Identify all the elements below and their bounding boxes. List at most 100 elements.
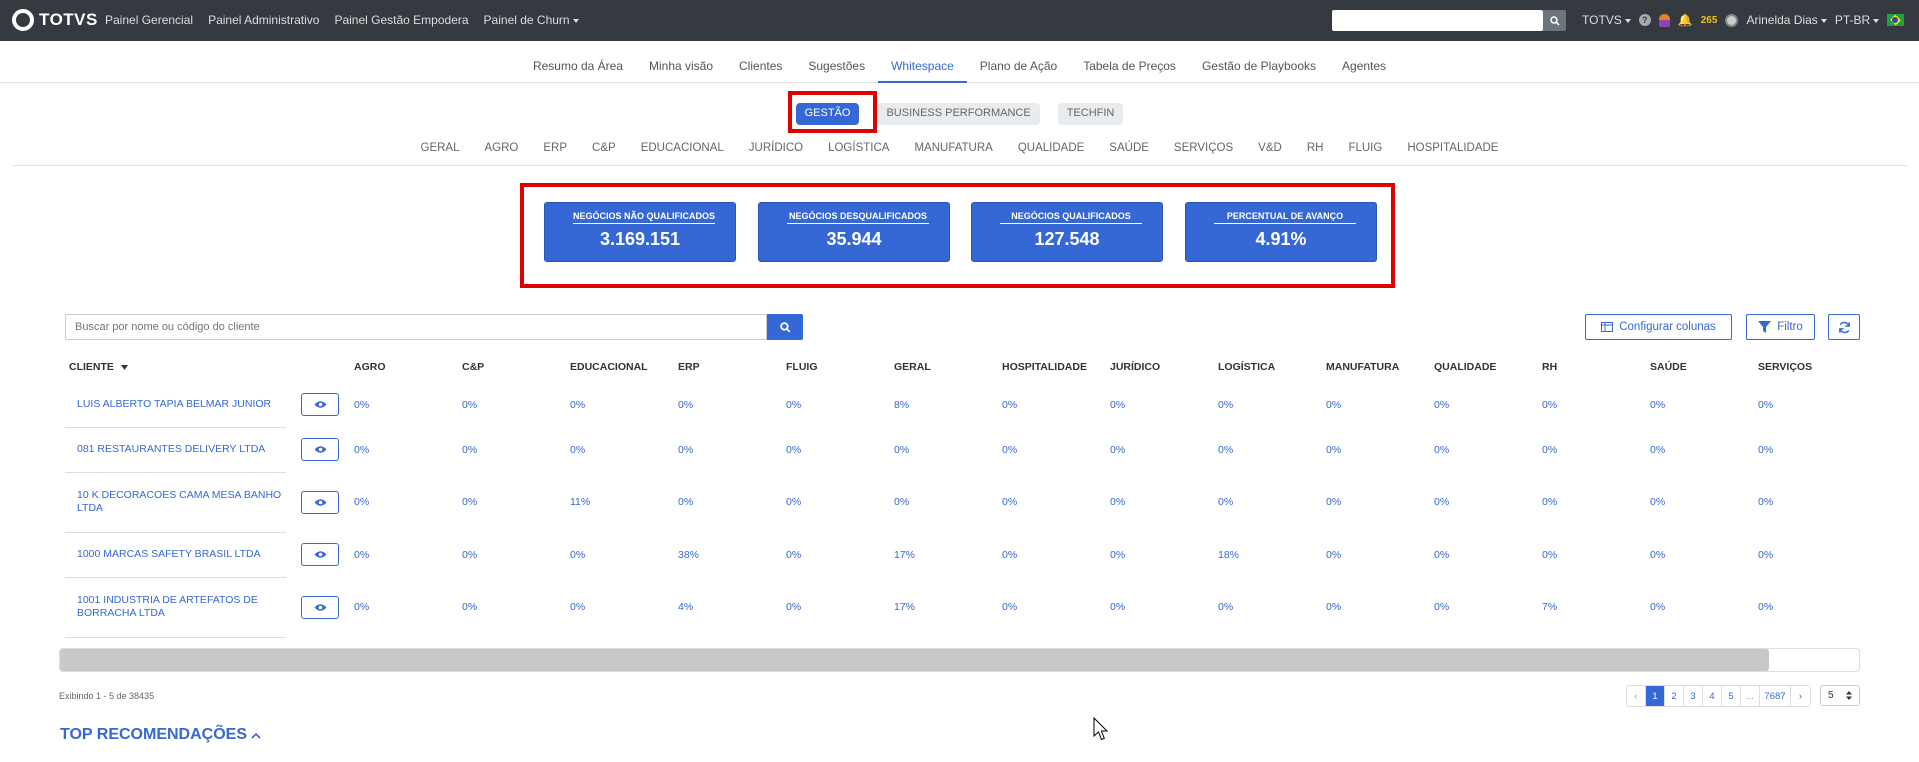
- nav-painel-administrativo[interactable]: Painel Administrativo: [208, 13, 319, 27]
- page-button[interactable]: 4: [1703, 686, 1722, 706]
- tab-tabela-de-precos[interactable]: Tabela de Preços: [1070, 53, 1189, 83]
- configure-columns-button[interactable]: Configurar colunas: [1585, 314, 1732, 340]
- percent-cell[interactable]: 0%: [1538, 532, 1646, 577]
- column-header[interactable]: EDUCACIONAL: [566, 352, 674, 382]
- percent-cell[interactable]: 0%: [782, 382, 890, 427]
- category-cp[interactable]: C&P: [580, 142, 629, 154]
- percent-cell[interactable]: 0%: [1106, 577, 1214, 637]
- percent-cell[interactable]: 0%: [1214, 427, 1322, 472]
- percent-cell[interactable]: 0%: [350, 382, 458, 427]
- percent-cell[interactable]: 0%: [1430, 472, 1538, 532]
- category-manufatura[interactable]: MANUFATURA: [902, 142, 1005, 154]
- help-icon[interactable]: ?: [1638, 14, 1651, 26]
- view-button[interactable]: [301, 595, 339, 619]
- client-search-input[interactable]: [65, 314, 767, 340]
- category-servicos[interactable]: SERVIÇOS: [1161, 142, 1245, 154]
- percent-cell[interactable]: 0%: [350, 472, 458, 532]
- column-header[interactable]: FLUIG: [782, 352, 890, 382]
- scrollbar-thumb[interactable]: [60, 649, 1769, 671]
- user-menu[interactable]: Arinelda Dias: [1746, 13, 1827, 27]
- column-header[interactable]: C&P: [458, 352, 566, 382]
- category-logistica[interactable]: LOGÍSTICA: [816, 142, 902, 154]
- percent-cell[interactable]: 0%: [350, 532, 458, 577]
- percent-cell[interactable]: 0%: [1646, 532, 1754, 577]
- column-header[interactable]: AGRO: [350, 352, 458, 382]
- percent-cell[interactable]: 0%: [674, 427, 782, 472]
- client-search-button[interactable]: [767, 314, 803, 340]
- percent-cell[interactable]: 0%: [782, 472, 890, 532]
- column-header[interactable]: RH: [1538, 352, 1646, 382]
- column-header[interactable]: SAÚDE: [1646, 352, 1754, 382]
- page-prev-button[interactable]: ‹: [1627, 686, 1646, 706]
- category-educacional[interactable]: EDUCACIONAL: [628, 142, 736, 154]
- client-link[interactable]: LUIS ALBERTO TAPIA BELMAR JUNIOR: [65, 382, 286, 428]
- page-button[interactable]: 5: [1722, 686, 1741, 706]
- percent-cell[interactable]: 7%: [1538, 577, 1646, 637]
- view-button[interactable]: [301, 393, 339, 416]
- percent-cell[interactable]: 0%: [1430, 577, 1538, 637]
- percent-cell[interactable]: 0%: [1322, 577, 1430, 637]
- category-fluig[interactable]: FLUIG: [1336, 142, 1395, 154]
- percent-cell[interactable]: 0%: [1646, 472, 1754, 532]
- percent-cell[interactable]: 0%: [458, 532, 566, 577]
- column-header-cliente[interactable]: CLIENTE: [65, 352, 286, 382]
- category-hospitalidade[interactable]: HOSPITALIDADE: [1395, 142, 1511, 154]
- view-button[interactable]: [301, 490, 339, 514]
- column-header[interactable]: HOSPITALIDADE: [998, 352, 1106, 382]
- percent-cell[interactable]: 0%: [1106, 532, 1214, 577]
- percent-cell[interactable]: 0%: [890, 472, 998, 532]
- percent-cell[interactable]: 0%: [1754, 532, 1834, 577]
- percent-cell[interactable]: 0%: [1214, 472, 1322, 532]
- percent-cell[interactable]: 17%: [890, 577, 998, 637]
- totvs-logo[interactable]: TOTVS: [12, 9, 98, 31]
- global-search-button[interactable]: [1543, 10, 1566, 31]
- percent-cell[interactable]: 0%: [566, 382, 674, 427]
- category-agro[interactable]: AGRO: [472, 142, 531, 154]
- page-button-last[interactable]: 7687: [1760, 686, 1791, 706]
- category-saude[interactable]: SAÚDE: [1097, 142, 1162, 154]
- percent-cell[interactable]: 0%: [890, 427, 998, 472]
- percent-cell[interactable]: 4%: [674, 577, 782, 637]
- percent-cell[interactable]: 0%: [566, 427, 674, 472]
- category-geral[interactable]: GERAL: [408, 142, 472, 154]
- percent-cell[interactable]: 11%: [566, 472, 674, 532]
- percent-cell[interactable]: 0%: [1106, 472, 1214, 532]
- column-header[interactable]: GERAL: [890, 352, 998, 382]
- percent-cell[interactable]: 0%: [1106, 382, 1214, 427]
- percent-cell[interactable]: 0%: [458, 427, 566, 472]
- category-juridico[interactable]: JURÍDICO: [736, 142, 815, 154]
- percent-cell[interactable]: 0%: [1322, 472, 1430, 532]
- nav-painel-de-churn[interactable]: Painel de Churn: [484, 13, 579, 27]
- percent-cell[interactable]: 0%: [566, 532, 674, 577]
- column-header[interactable]: MANUFATURA: [1322, 352, 1430, 382]
- percent-cell[interactable]: 0%: [1754, 382, 1834, 427]
- percent-cell[interactable]: 0%: [998, 382, 1106, 427]
- client-link[interactable]: 1000 MARCAS SAFETY BRASIL LTDA: [65, 532, 286, 578]
- pill-techfin[interactable]: TECHFIN: [1057, 103, 1124, 125]
- category-qualidade[interactable]: QUALIDADE: [1005, 142, 1096, 154]
- percent-cell[interactable]: 0%: [998, 577, 1106, 637]
- client-link[interactable]: 10 K DECORACOES CAMA MESA BANHO LTDA: [65, 472, 286, 533]
- percent-cell[interactable]: 0%: [458, 472, 566, 532]
- language-dropdown[interactable]: PT-BR: [1835, 13, 1880, 27]
- refresh-button[interactable]: [1828, 314, 1860, 340]
- nav-painel-gestao-empodera[interactable]: Painel Gestão Empodera: [334, 13, 468, 27]
- page-button[interactable]: 3: [1684, 686, 1703, 706]
- percent-cell[interactable]: 0%: [782, 577, 890, 637]
- percent-cell[interactable]: 0%: [1538, 427, 1646, 472]
- percent-cell[interactable]: 0%: [1538, 382, 1646, 427]
- percent-cell[interactable]: 0%: [566, 577, 674, 637]
- column-header[interactable]: ERP: [674, 352, 782, 382]
- column-header[interactable]: SERVIÇOS: [1754, 352, 1834, 382]
- tab-agentes[interactable]: Agentes: [1329, 53, 1399, 83]
- category-rh[interactable]: RH: [1294, 142, 1336, 154]
- tab-whitespace[interactable]: Whitespace: [878, 53, 967, 83]
- tab-clientes[interactable]: Clientes: [726, 53, 795, 83]
- tab-minha-visao[interactable]: Minha visão: [636, 53, 726, 83]
- percent-cell[interactable]: 0%: [458, 382, 566, 427]
- global-search-input[interactable]: [1332, 10, 1543, 31]
- percent-cell[interactable]: 0%: [1754, 427, 1834, 472]
- person-icon[interactable]: [1658, 13, 1670, 27]
- percent-cell[interactable]: 0%: [1538, 472, 1646, 532]
- percent-cell[interactable]: 0%: [350, 427, 458, 472]
